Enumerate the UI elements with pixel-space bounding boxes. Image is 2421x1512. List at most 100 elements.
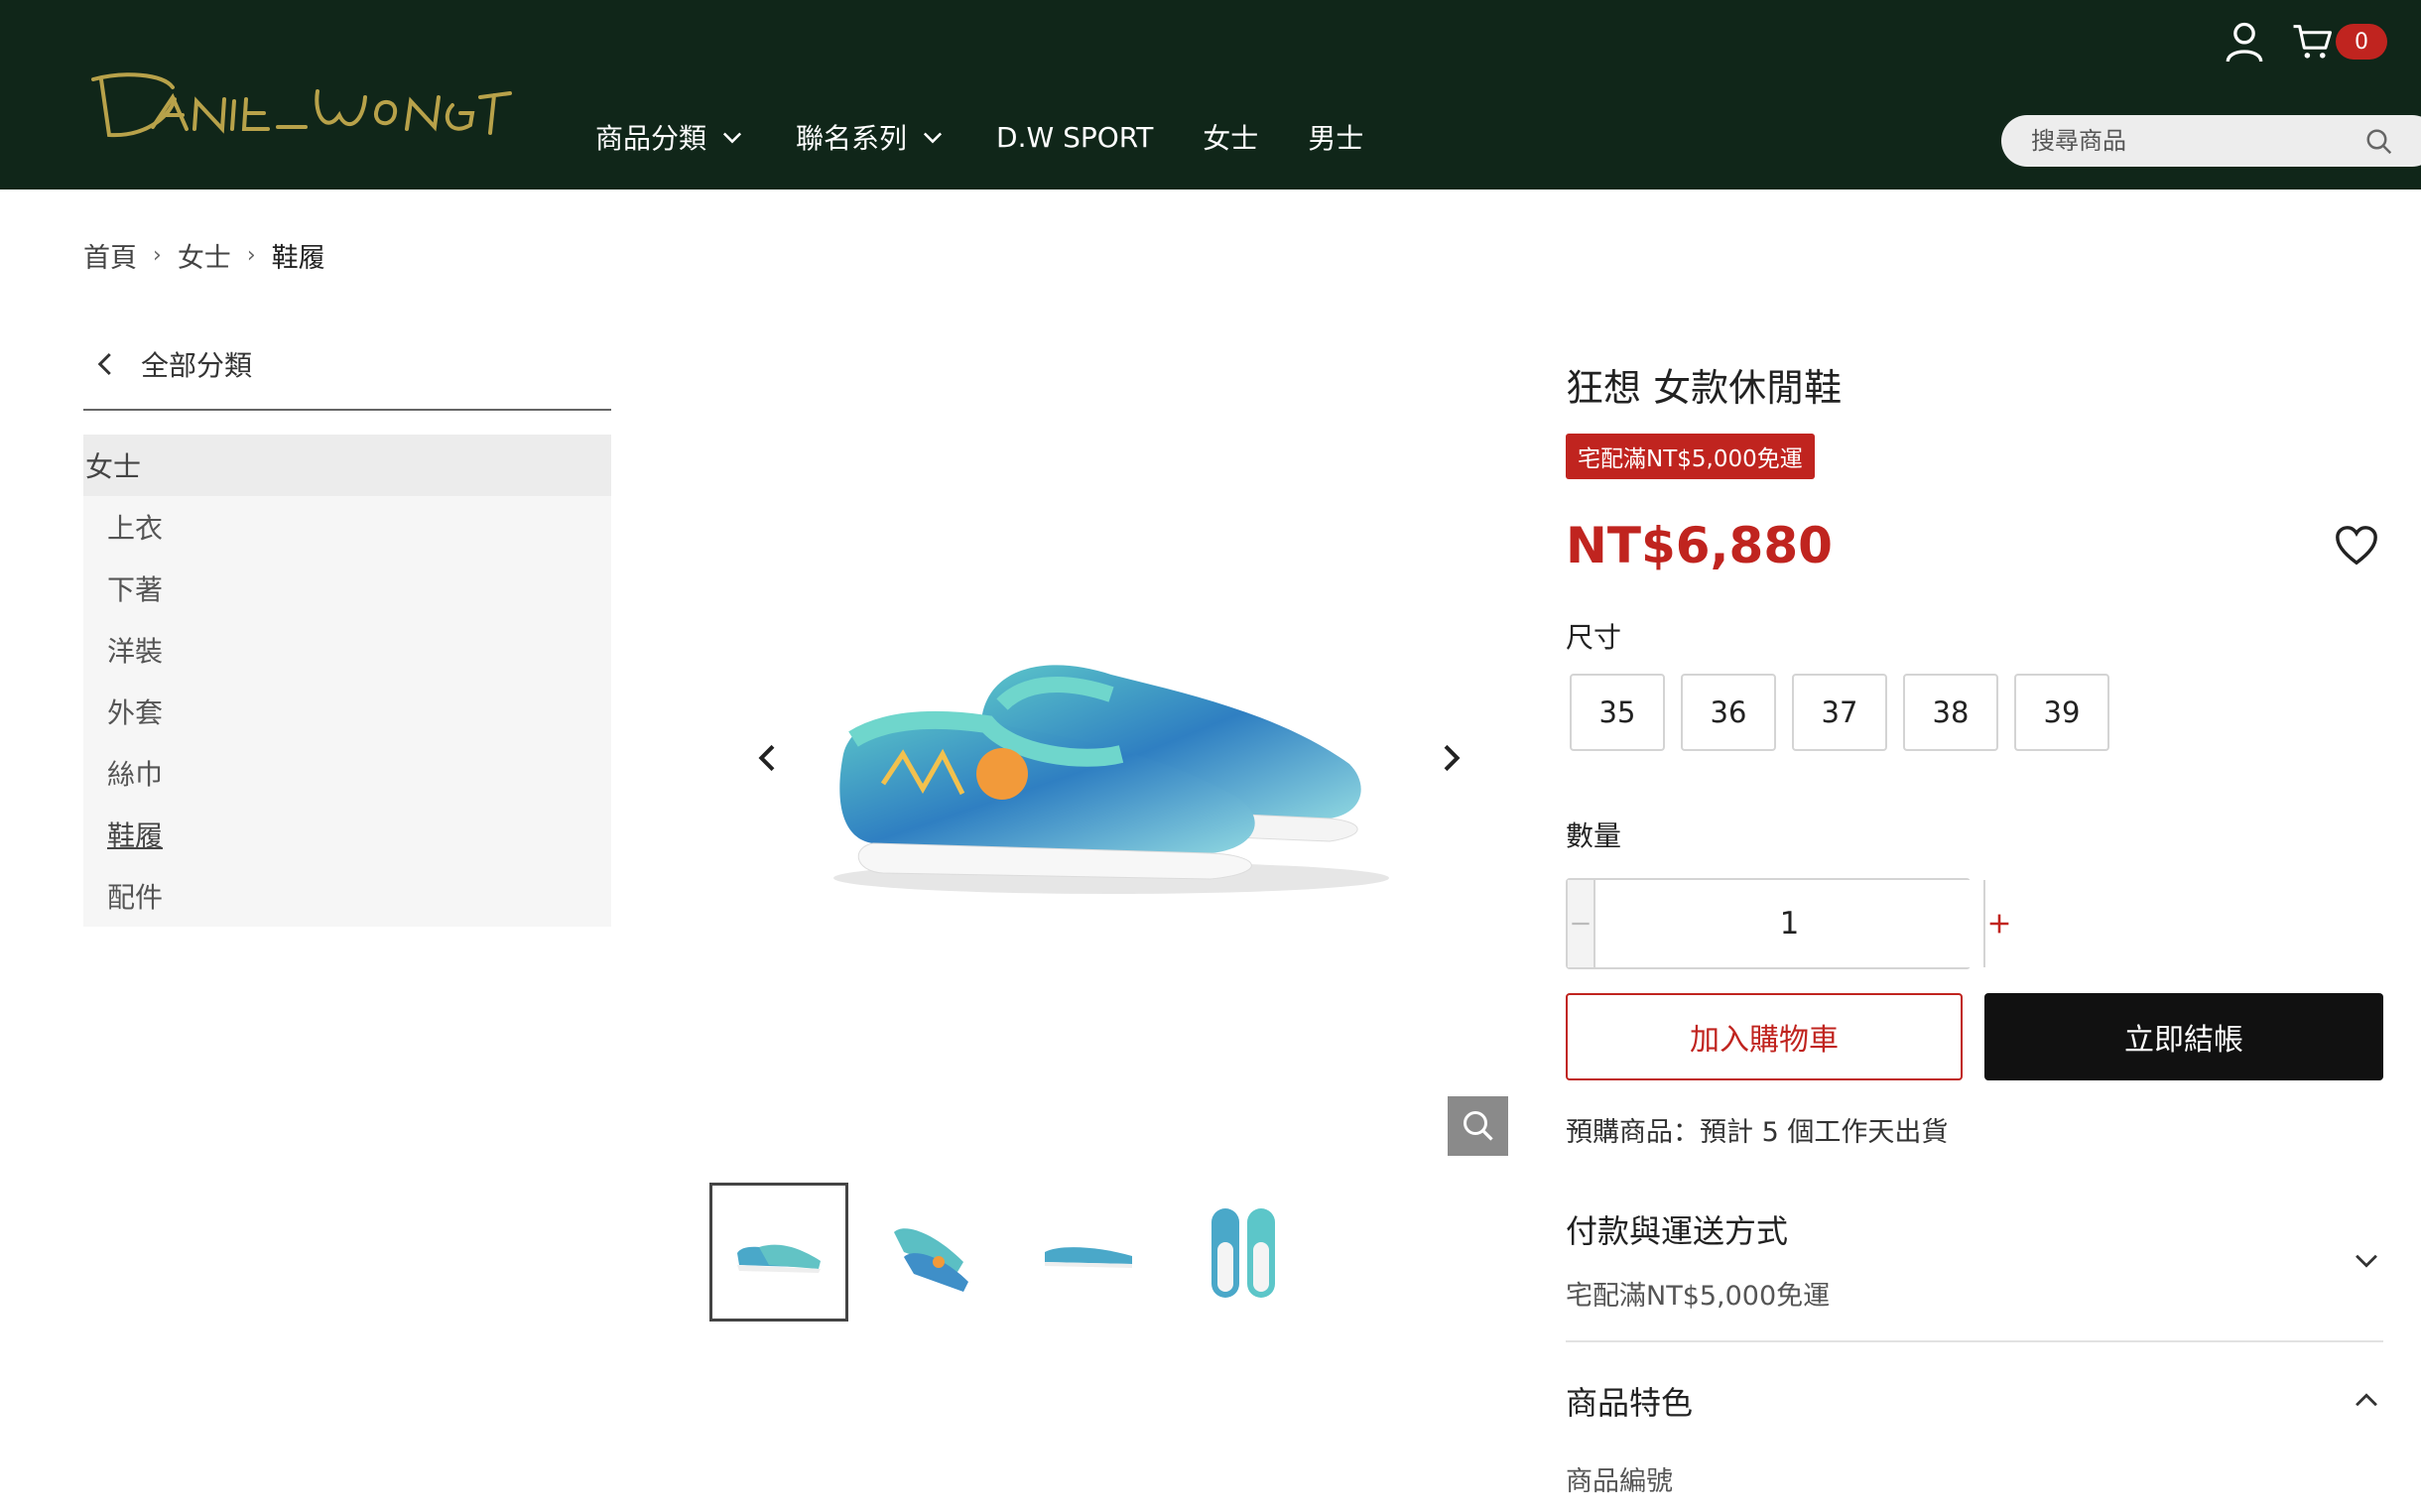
nav-item-men[interactable]: 男士 — [1308, 117, 1363, 157]
category-list: 女士 上衣 下著 洋裝 外套 絲巾 鞋履 配件 — [83, 435, 611, 927]
search-input[interactable] — [2031, 127, 2339, 155]
size-option[interactable]: 37 — [1792, 674, 1887, 751]
free-shipping-tag: 宅配滿NT$5,000免運 — [1566, 434, 1815, 479]
breadcrumb-home[interactable]: 首頁 — [83, 236, 137, 275]
category-item-shoes[interactable]: 鞋履 — [83, 804, 611, 865]
minus-icon — [1572, 922, 1590, 926]
quantity-label: 數量 — [1566, 819, 1622, 852]
features-accordion-header[interactable]: 商品特色 — [1566, 1378, 2383, 1424]
category-item-label: 外套 — [107, 696, 164, 729]
nav-item-label: 女士 — [1203, 122, 1259, 155]
thumbnail-2[interactable] — [864, 1183, 1003, 1322]
chevron-left-icon[interactable] — [748, 738, 788, 778]
accordion-divider — [1566, 1340, 2383, 1342]
accordion-subtitle: 宅配滿NT$5,000免運 — [1566, 1281, 1831, 1312]
magnifier-icon — [1463, 1111, 1493, 1141]
product-title: 狂想 女款休閒鞋 — [1566, 366, 1843, 410]
cart-button[interactable]: 0 — [2292, 22, 2387, 62]
main-nav: 商品分類 聯名系列 D.W SPORT 女士 男士 — [595, 117, 1413, 157]
quantity-increase-button[interactable] — [1983, 880, 2013, 967]
thumbnail-strip — [709, 1183, 1329, 1322]
thumbnail-1[interactable] — [709, 1183, 848, 1322]
size-option[interactable]: 38 — [1903, 674, 1998, 751]
breadcrumb: 首頁 › 女士 › 鞋履 — [83, 236, 325, 275]
category-item-label: 鞋履 — [107, 819, 164, 852]
category-item-dresses[interactable]: 洋裝 — [83, 619, 611, 681]
category-item-label: 配件 — [107, 881, 164, 914]
category-parent-label: 女士 — [85, 450, 142, 483]
category-parent[interactable]: 女士 — [83, 435, 611, 496]
accordion-title: 商品特色 — [1566, 1384, 1694, 1422]
preorder-note: 預購商品：預計 5 個工作天出貨 — [1566, 1117, 1949, 1148]
features-accordion: 商品特色 商品編號 9448591 — [1566, 1378, 2383, 1512]
category-item-bottoms[interactable]: 下著 — [83, 558, 611, 619]
chevron-right-icon[interactable] — [1431, 738, 1470, 778]
search-bar — [2001, 115, 2421, 167]
thumbnail-image — [894, 1228, 968, 1292]
quantity-input[interactable] — [1595, 880, 1983, 967]
breadcrumb-women[interactable]: 女士 — [178, 236, 231, 275]
category-item-label: 下著 — [107, 573, 164, 606]
header-actions: 0 — [2225, 20, 2387, 63]
product-gallery — [734, 327, 1508, 1161]
add-to-cart-button[interactable]: 加入購物車 — [1566, 993, 1963, 1080]
category-item-accessories[interactable]: 配件 — [83, 865, 611, 927]
product-main-image[interactable] — [814, 605, 1409, 913]
quantity-stepper — [1566, 878, 2009, 969]
breadcrumb-current[interactable]: 鞋履 — [272, 236, 325, 275]
chevron-left-icon — [97, 352, 111, 376]
price-row: NT$6,880 — [1566, 517, 2383, 574]
thumbnail-4[interactable] — [1174, 1183, 1313, 1322]
chevron-down-icon — [923, 132, 943, 144]
nav-item-label: D.W SPORT — [996, 120, 1154, 154]
size-label: 尺寸 — [1566, 621, 1622, 654]
brand-logo[interactable] — [83, 58, 530, 147]
sidebar-divider — [83, 409, 611, 411]
cart-count-badge: 0 — [2336, 24, 2387, 60]
heart-icon[interactable] — [2334, 523, 2379, 568]
user-icon[interactable] — [2225, 20, 2264, 63]
chevron-down-icon — [2356, 1254, 2377, 1268]
chevron-down-icon — [722, 132, 742, 144]
size-option[interactable]: 35 — [1570, 674, 1665, 751]
nav-item-women[interactable]: 女士 — [1203, 117, 1258, 157]
thumbnail-image — [1045, 1247, 1132, 1268]
nav-item-collab[interactable]: 聯名系列 — [796, 117, 947, 157]
thumbnail-image — [737, 1244, 821, 1273]
product-price: NT$6,880 — [1566, 517, 1833, 574]
buy-now-button[interactable]: 立即結帳 — [1984, 993, 2383, 1080]
zoom-button[interactable] — [1448, 1096, 1508, 1156]
breadcrumb-separator: › — [246, 243, 256, 268]
accordion-title: 付款與運送方式 — [1566, 1212, 1789, 1250]
quantity-decrease-button[interactable] — [1568, 880, 1595, 967]
nav-item-label: 男士 — [1308, 122, 1364, 155]
nav-item-label: 商品分類 — [595, 122, 707, 155]
nav-item-categories[interactable]: 商品分類 — [595, 117, 746, 157]
shipping-accordion: 付款與運送方式 宅配滿NT$5,000免運 — [1566, 1206, 2383, 1342]
breadcrumb-separator: › — [153, 243, 162, 268]
size-options: 35 36 37 38 39 — [1566, 674, 2383, 751]
purchase-actions: 加入購物車 立即結帳 — [1566, 993, 2383, 1080]
chevron-up-icon — [2356, 1393, 2377, 1407]
thumbnail-image — [1211, 1208, 1275, 1298]
category-item-tops[interactable]: 上衣 — [83, 496, 611, 558]
all-categories-label: 全部分類 — [141, 349, 253, 382]
plus-icon — [1989, 914, 2009, 934]
category-item-outerwear[interactable]: 外套 — [83, 681, 611, 742]
category-item-label: 絲巾 — [107, 758, 164, 791]
search-icon[interactable] — [2364, 127, 2394, 157]
size-option[interactable]: 36 — [1681, 674, 1776, 751]
shipping-accordion-header[interactable]: 付款與運送方式 宅配滿NT$5,000免運 — [1566, 1206, 2383, 1313]
category-item-scarves[interactable]: 絲巾 — [83, 742, 611, 804]
thumbnail-3[interactable] — [1019, 1183, 1158, 1322]
size-option[interactable]: 39 — [2014, 674, 2109, 751]
category-item-label: 洋裝 — [107, 635, 164, 668]
category-item-label: 上衣 — [107, 512, 164, 545]
nav-item-label: 聯名系列 — [796, 122, 908, 155]
all-categories-link[interactable]: 全部分類 — [83, 337, 611, 391]
site-header: 商品分類 聯名系列 D.W SPORT 女士 男士 0 — [0, 0, 2421, 189]
nav-item-dw-sport[interactable]: D.W SPORT — [996, 121, 1153, 154]
product-code-label: 商品編號 — [1566, 1466, 1673, 1497]
category-sidebar: 全部分類 女士 上衣 下著 洋裝 外套 絲巾 鞋履 配件 — [83, 337, 611, 927]
cart-icon — [2293, 25, 2332, 59]
